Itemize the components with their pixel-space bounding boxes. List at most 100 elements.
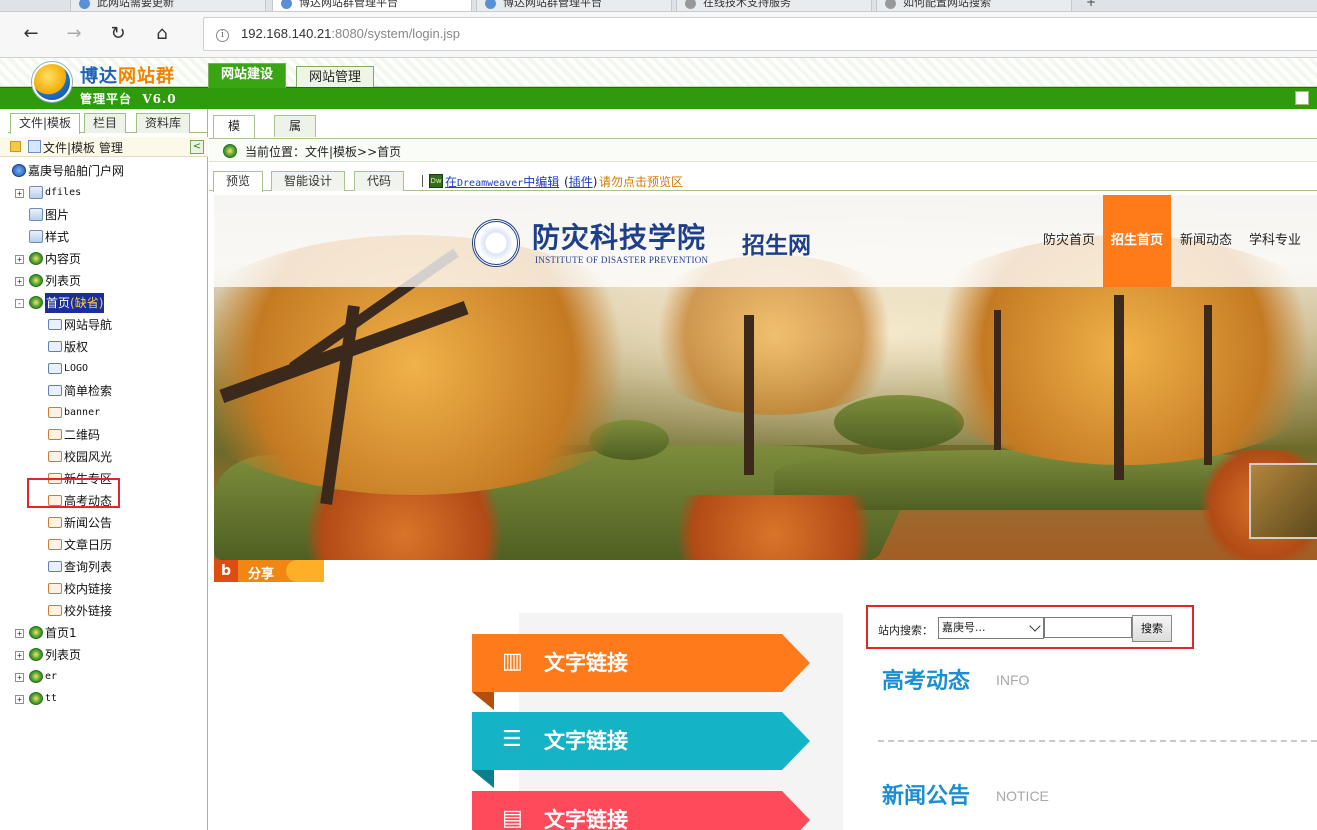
browser-tab-active[interactable]: 博达网站群管理平台 — [272, 0, 472, 11]
info-icon[interactable]: i — [216, 29, 229, 42]
tab-properties[interactable]: 属性 — [274, 115, 317, 153]
tree-trunk — [1204, 305, 1212, 465]
tab-code[interactable]: 代码 — [354, 171, 405, 191]
address-bar[interactable]: i 192.168.140.21:8080/system/login.jsp — [203, 17, 1317, 51]
component-orange-icon — [48, 517, 62, 528]
document-icon: ▤ — [502, 806, 523, 830]
forward-button[interactable]: → — [62, 22, 86, 46]
tree-node-label: 简单检索 — [64, 384, 113, 398]
tree-node[interactable]: 二维码 — [0, 425, 200, 445]
ribbon-link[interactable]: ▤ 文字链接 — [472, 791, 810, 830]
expand-node-icon[interactable]: + — [15, 629, 24, 638]
back-button[interactable]: ← — [19, 22, 43, 46]
tab-preview[interactable]: 预览 — [213, 171, 264, 192]
tree-node-label: 样式 — [45, 230, 70, 244]
tree-node[interactable]: 校外链接 — [0, 601, 200, 621]
browser-tab[interactable]: 在线技术支持服务 — [676, 0, 872, 11]
site-recruit-title: 招生网 — [742, 233, 811, 259]
globe-icon — [29, 648, 43, 661]
banner-thumbnail[interactable] — [1249, 463, 1317, 539]
tab-site-manage[interactable]: 网站管理 — [296, 66, 375, 87]
search-button[interactable]: 搜索 — [1132, 615, 1172, 642]
tab-template[interactable]: 模板 — [213, 115, 256, 153]
tree-node[interactable]: 版权 — [0, 337, 200, 357]
tree-node[interactable]: 新闻公告 — [0, 513, 200, 533]
tree-node[interactable]: 样式 — [0, 227, 200, 247]
search-label: 站内搜索： — [878, 624, 933, 637]
globe-icon — [29, 692, 43, 705]
tree-node[interactable]: + 列表页 — [0, 645, 200, 665]
site-nav-majors[interactable]: 学科专业 — [1241, 195, 1309, 287]
folder-icon — [10, 141, 21, 152]
template-icon — [28, 140, 41, 153]
browser-tab[interactable]: 博达网站群管理平台 — [476, 0, 672, 11]
expand-node-icon[interactable]: + — [15, 277, 24, 286]
tab-library[interactable]: 资料库 — [136, 113, 191, 133]
tab-site-build[interactable]: 网站建设 — [208, 63, 287, 88]
component-icon — [48, 561, 62, 572]
tree-node[interactable]: + 内容页 — [0, 249, 200, 269]
section-title[interactable]: 高考动态 — [882, 663, 970, 695]
highlight-box — [27, 478, 120, 508]
expand-node-icon[interactable]: + — [15, 695, 24, 704]
tree-node-label: 图片 — [45, 208, 70, 222]
share-button[interactable]: b 分享 — [214, 560, 324, 582]
expand-node-icon[interactable]: + — [15, 651, 24, 660]
list-icon: ☰ — [502, 727, 522, 752]
tree-node-label: 校内链接 — [64, 582, 113, 596]
home-button[interactable]: ⌂ — [150, 22, 174, 46]
left-panel-header: 文件|模板 管理 < — [0, 137, 208, 157]
folder-icon — [29, 208, 43, 221]
tree-node[interactable]: 嘉庚号船舶门户网 — [0, 161, 200, 181]
tree-node[interactable]: 简单检索 — [0, 381, 200, 401]
preview-warning: 请勿点击预览区 — [599, 175, 684, 189]
folder-icon — [29, 230, 43, 243]
tree-node[interactable]: 网站导航 — [0, 315, 200, 335]
tree-node[interactable]: 校内链接 — [0, 579, 200, 599]
tree-node[interactable]: 校园风光 — [0, 447, 200, 467]
browser-tab[interactable]: 如何配置网站搜索 — [876, 0, 1072, 11]
site-nav-news[interactable]: 新闻动态 — [1172, 195, 1240, 287]
browser-tab[interactable]: 此网站需要更新 — [70, 0, 266, 11]
expand-node-icon[interactable]: + — [15, 673, 24, 682]
refresh-button[interactable]: ↻ — [106, 22, 130, 46]
edit-in-dreamweaver-link[interactable]: 在Dreamweaver中编辑 — [445, 173, 559, 190]
site-nav-home[interactable]: 防灾首页 — [1035, 195, 1103, 287]
tree-node[interactable]: + er — [0, 667, 200, 687]
ribbon-link[interactable]: ☰ 文字链接 — [472, 712, 810, 788]
tab-columns[interactable]: 栏目 — [84, 113, 127, 133]
tree-node[interactable]: 查询列表 — [0, 557, 200, 577]
dreamweaver-icon: Dw — [429, 174, 443, 188]
expand-node-icon[interactable]: + — [15, 255, 24, 264]
help-icon[interactable] — [1295, 91, 1309, 105]
tree-node[interactable]: + 列表页 — [0, 271, 200, 291]
tree-node[interactable]: banner — [0, 403, 200, 423]
collapse-button[interactable]: < — [190, 140, 204, 154]
tab-files-templates[interactable]: 文件|模板 — [10, 113, 81, 134]
tree-node[interactable]: + 首页1 — [0, 623, 200, 643]
search-scope-select[interactable]: 嘉庚号... — [938, 617, 1044, 639]
component-orange-icon — [48, 583, 62, 594]
tree-node[interactable]: 图片 — [0, 205, 200, 225]
component-orange-icon — [48, 539, 62, 550]
plugin-link[interactable]: (插件) — [564, 173, 597, 190]
new-tab-button[interactable]: + — [1086, 0, 1096, 9]
tree-node[interactable]: - 首页(缺省) — [0, 293, 200, 313]
tree-node-label: 文章日历 — [64, 538, 113, 552]
tree-node[interactable]: + dfiles — [0, 183, 200, 203]
tree-node[interactable]: 文章日历 — [0, 535, 200, 555]
globe-icon — [29, 274, 43, 287]
site-icon — [12, 164, 26, 177]
site-nav-recruit-home[interactable]: 招生首页 — [1103, 195, 1172, 287]
search-input[interactable] — [1044, 617, 1132, 638]
expand-node-icon[interactable]: + — [15, 189, 24, 198]
template-preview[interactable]: 防灾科技学院 INSTITUTE OF DISASTER PREVENTION … — [214, 195, 1317, 830]
tab-smart-design[interactable]: 智能设计 — [271, 171, 346, 191]
favicon-icon — [79, 0, 90, 9]
tree-node[interactable]: LOGO — [0, 359, 200, 379]
tree-node[interactable]: + tt — [0, 689, 200, 709]
section-title[interactable]: 新闻公告 — [882, 778, 970, 810]
ribbon-link[interactable]: ▥ 文字链接 — [472, 634, 810, 710]
collapse-node-icon[interactable]: - — [15, 299, 24, 308]
tree-node-label: 列表页 — [45, 648, 82, 662]
